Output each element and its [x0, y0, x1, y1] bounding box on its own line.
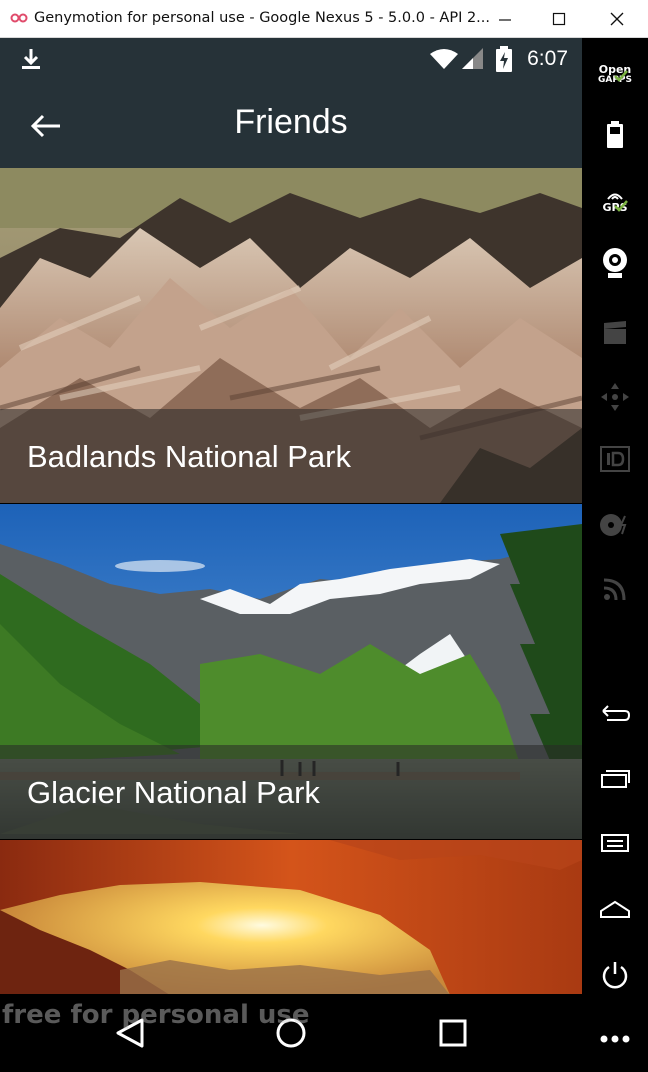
gps-check-icon: [614, 200, 628, 212]
disk-io-button[interactable]: [592, 502, 638, 548]
home-icon: [600, 900, 630, 918]
status-time: 6:07: [527, 47, 568, 70]
opengapps-check-icon: [614, 70, 628, 82]
sidebar-back-button[interactable]: [592, 690, 638, 736]
disk-icon: [600, 514, 627, 536]
battery-charging-icon: [496, 46, 512, 72]
menu-icon: [601, 834, 629, 852]
park-card-badlands[interactable]: Badlands National Park: [0, 168, 582, 503]
park-card-glacier[interactable]: Glacier National Park: [0, 504, 582, 839]
sidebar-more-button[interactable]: [592, 1016, 638, 1062]
close-button[interactable]: [590, 0, 644, 38]
genymotion-logo-icon: [10, 13, 28, 23]
arch-sunrise-photo: [0, 840, 582, 995]
dpad-button[interactable]: [592, 374, 638, 420]
close-icon: [610, 12, 624, 26]
card-caption: Glacier National Park: [0, 745, 582, 839]
nav-recents-icon[interactable]: [428, 1008, 478, 1058]
recents-icon: [601, 770, 630, 788]
signal-icon: [462, 48, 483, 69]
clapperboard-icon: [604, 321, 626, 344]
page-title: Friends: [234, 103, 348, 141]
webcam-button[interactable]: [592, 240, 638, 286]
gps-signal-icon: [607, 193, 623, 200]
window-title: Genymotion for personal use - Google Nex…: [34, 10, 491, 26]
wifi-icon: [430, 49, 458, 69]
rss-icon: [603, 578, 626, 601]
status-bar: 6:07: [0, 38, 582, 82]
maximize-button[interactable]: [532, 0, 586, 38]
download-icon: [22, 49, 40, 69]
minimize-button[interactable]: [478, 0, 532, 38]
minimize-icon: [499, 19, 511, 21]
window-titlebar: Genymotion for personal use - Google Nex…: [0, 0, 648, 38]
park-title: Glacier National Park: [27, 775, 320, 810]
device-id-button[interactable]: [592, 436, 638, 482]
card-caption: Badlands National Park: [0, 409, 582, 503]
webcam-icon: [603, 248, 627, 278]
screencast-button[interactable]: [592, 310, 638, 356]
rss-button[interactable]: [592, 566, 638, 612]
park-card-arch[interactable]: [0, 840, 582, 995]
sidebar-power-button[interactable]: [592, 952, 638, 998]
device-screen: 6:07 Friends Badlands National Park Glac…: [0, 38, 582, 1072]
park-title: Badlands National Park: [27, 439, 351, 474]
maximize-icon: [552, 12, 566, 26]
sidebar-recents-button[interactable]: [592, 756, 638, 802]
app-toolbar: Friends: [0, 82, 582, 168]
more-icon: [600, 1035, 630, 1043]
watermark: free for personal use: [2, 1000, 310, 1030]
sidebar-menu-button[interactable]: [592, 820, 638, 866]
id-card-icon: [600, 446, 630, 472]
dpad-icon: [601, 383, 629, 411]
battery-button[interactable]: [592, 112, 638, 158]
power-icon: [602, 962, 628, 989]
genymotion-sidebar: Open GAPPS GPS: [582, 38, 648, 1072]
sidebar-home-button[interactable]: [592, 886, 638, 932]
back-icon: [602, 705, 631, 721]
battery-icon: [607, 121, 623, 148]
